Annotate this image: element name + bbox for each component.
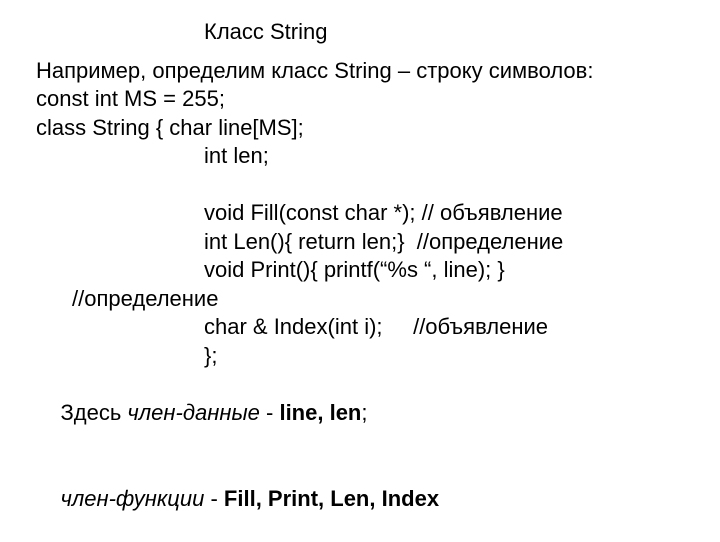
- l11-italic: член-данные: [127, 400, 260, 425]
- l12-mid: -: [204, 486, 224, 511]
- body-line-3: class String { char line[MS];: [36, 114, 684, 143]
- l12-bold: Fill, Print, Len, Index: [224, 486, 439, 511]
- body-line-11: Здесь член-данные - line, len;: [36, 371, 684, 457]
- l11-mid: -: [260, 400, 280, 425]
- body-line-8: //определение: [36, 285, 684, 314]
- l11-bold: line, len: [279, 400, 361, 425]
- body-line-10: };: [36, 342, 684, 371]
- body-line-1: Например, определим класс String – строк…: [36, 57, 684, 86]
- body-line-6: int Len(){ return len;} //определение: [36, 228, 684, 257]
- blank-line: [36, 171, 684, 199]
- l12-italic: член-функции: [60, 486, 204, 511]
- l11-suffix: ;: [361, 400, 367, 425]
- slide-title: Класс String: [36, 18, 684, 47]
- l11-prefix: Здесь: [60, 400, 127, 425]
- slide-content: Класс String Например, определим класс S…: [0, 0, 720, 542]
- body-line-12: член-функции - Fill, Print, Len, Index: [36, 456, 684, 542]
- body-line-7: void Print(){ printf(“%s “, line); }: [36, 256, 684, 285]
- body-line-2: const int MS = 255;: [36, 85, 684, 114]
- body-line-9: char & Index(int i); //объявление: [36, 313, 684, 342]
- body-line-4: int len;: [36, 142, 684, 171]
- body-line-5: void Fill(const char *); // объявление: [36, 199, 684, 228]
